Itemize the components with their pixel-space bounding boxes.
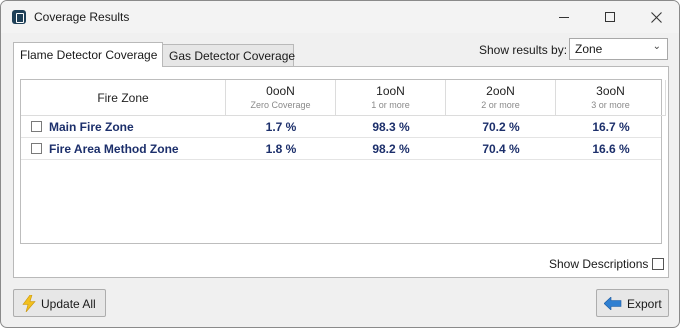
minimize-icon bbox=[559, 16, 569, 18]
row-checkbox[interactable] bbox=[31, 143, 42, 154]
coverage-value: 98.2 % bbox=[372, 142, 410, 156]
column-header-1oon[interactable]: 1ooN 1 or more bbox=[336, 80, 446, 116]
tab-flame-detector-coverage[interactable]: Flame Detector Coverage bbox=[13, 42, 163, 67]
column-header-title: 2ooN bbox=[486, 84, 515, 98]
column-header-0oon[interactable]: 0ooN Zero Coverage bbox=[226, 80, 336, 116]
column-header-title: 1ooN bbox=[376, 84, 405, 98]
close-icon bbox=[650, 11, 662, 23]
show-descriptions-label: Show Descriptions bbox=[549, 257, 649, 271]
export-label: Export bbox=[627, 297, 662, 311]
update-all-label: Update All bbox=[41, 297, 96, 311]
column-header-subtitle: 3 or more bbox=[591, 100, 630, 110]
coverage-results-window: Coverage Results Flame Detector Coverage… bbox=[0, 0, 680, 328]
window-title: Coverage Results bbox=[34, 10, 130, 24]
lightning-bolt-icon bbox=[22, 295, 36, 312]
column-header-subtitle: Zero Coverage bbox=[250, 100, 311, 110]
column-header-subtitle: 2 or more bbox=[481, 100, 520, 110]
show-results-select[interactable]: Zone ⌄ bbox=[569, 38, 668, 60]
maximize-button[interactable] bbox=[587, 1, 633, 33]
title-bar[interactable]: Coverage Results bbox=[1, 1, 679, 33]
maximize-icon bbox=[605, 12, 615, 22]
coverage-value: 16.7 % bbox=[592, 120, 630, 134]
arrow-left-icon bbox=[604, 297, 622, 310]
table-row[interactable]: Main Fire Zone 1.7 % 98.3 % 70.2 % 16.7 … bbox=[21, 116, 661, 138]
update-all-button[interactable]: Update All bbox=[13, 289, 106, 317]
coverage-table[interactable]: Fire Zone 0ooN Zero Coverage 1ooN 1 or m… bbox=[20, 79, 666, 244]
table-row[interactable]: Fire Area Method Zone 1.8 % 98.2 % 70.4 … bbox=[21, 138, 661, 160]
column-header-title: 3ooN bbox=[596, 84, 625, 98]
row-checkbox[interactable] bbox=[31, 121, 42, 132]
tab-gas-detector-coverage[interactable]: Gas Detector Coverage bbox=[162, 44, 295, 67]
zone-name: Fire Area Method Zone bbox=[49, 142, 179, 156]
coverage-value: 98.3 % bbox=[372, 120, 410, 134]
show-results-value: Zone bbox=[575, 42, 603, 56]
minimize-button[interactable] bbox=[541, 1, 587, 33]
chevron-down-icon: ⌄ bbox=[652, 41, 661, 52]
show-results-label: Show results by: bbox=[479, 43, 568, 57]
column-header-fire-zone[interactable]: Fire Zone bbox=[21, 80, 226, 116]
coverage-value: 70.4 % bbox=[482, 142, 520, 156]
coverage-value: 16.6 % bbox=[592, 142, 630, 156]
tab-content-panel: Fire Zone 0ooN Zero Coverage 1ooN 1 or m… bbox=[13, 66, 669, 278]
coverage-value: 1.8 % bbox=[265, 142, 297, 156]
column-header-title: Fire Zone bbox=[97, 91, 149, 105]
column-header-2oon[interactable]: 2ooN 2 or more bbox=[446, 80, 556, 116]
close-button[interactable] bbox=[633, 1, 679, 33]
column-header-subtitle: 1 or more bbox=[371, 100, 410, 110]
export-button[interactable]: Export bbox=[596, 289, 669, 317]
coverage-value: 70.2 % bbox=[482, 120, 520, 134]
app-icon bbox=[12, 10, 26, 24]
coverage-value: 1.7 % bbox=[265, 120, 297, 134]
column-header-title: 0ooN bbox=[266, 84, 295, 98]
zone-name: Main Fire Zone bbox=[49, 120, 134, 134]
column-header-3oon[interactable]: 3ooN 3 or more bbox=[556, 80, 666, 116]
show-descriptions-checkbox[interactable] bbox=[652, 258, 664, 270]
